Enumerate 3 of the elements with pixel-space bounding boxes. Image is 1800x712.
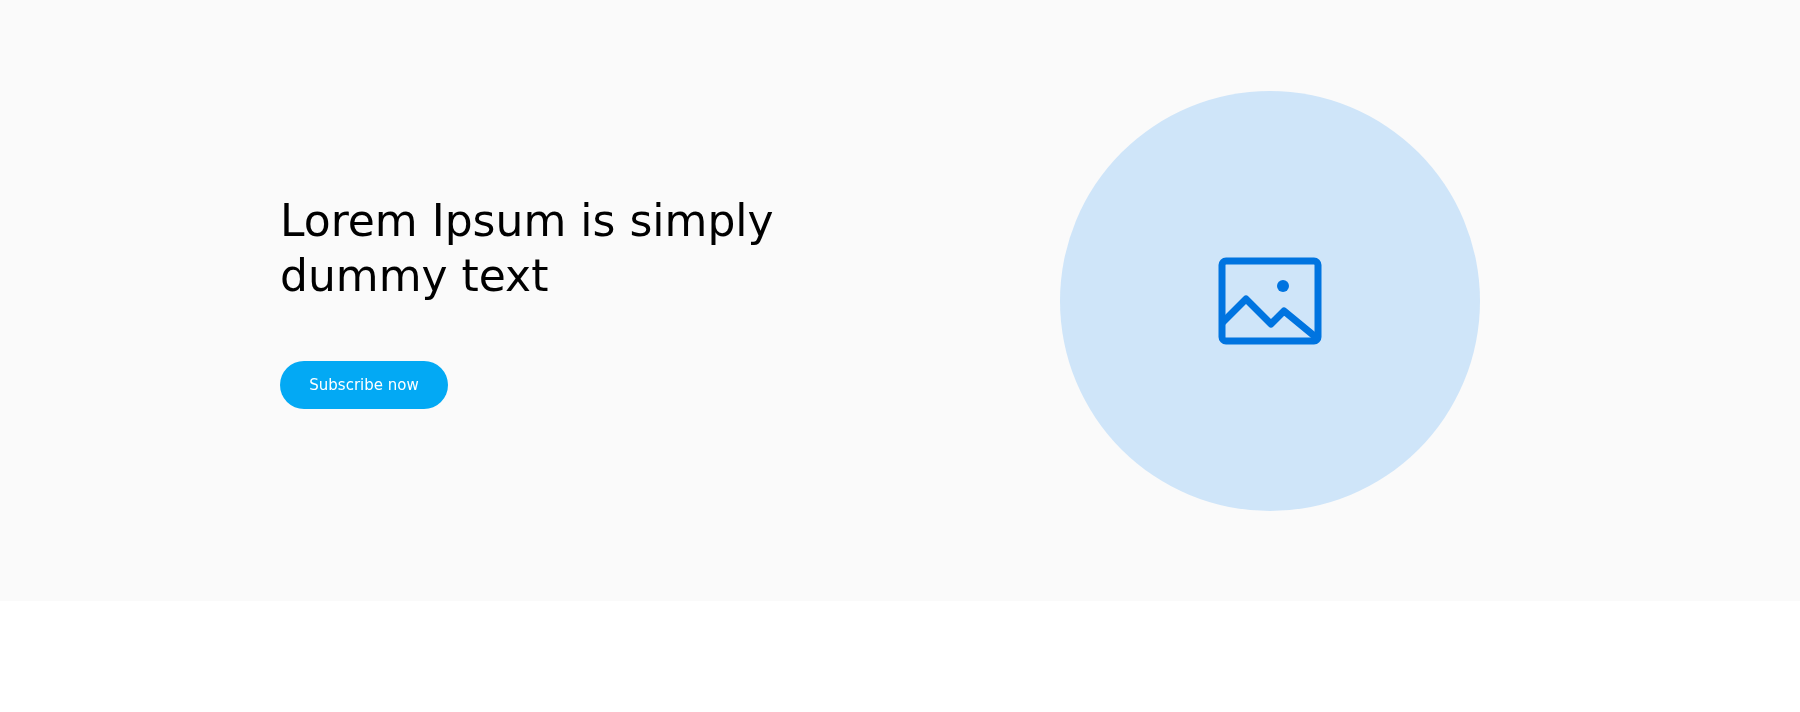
image-icon [1218,256,1322,345]
hero-heading: Lorem Ipsum is simply dummy text [280,193,775,303]
subscribe-button[interactable]: Subscribe now [280,360,448,409]
